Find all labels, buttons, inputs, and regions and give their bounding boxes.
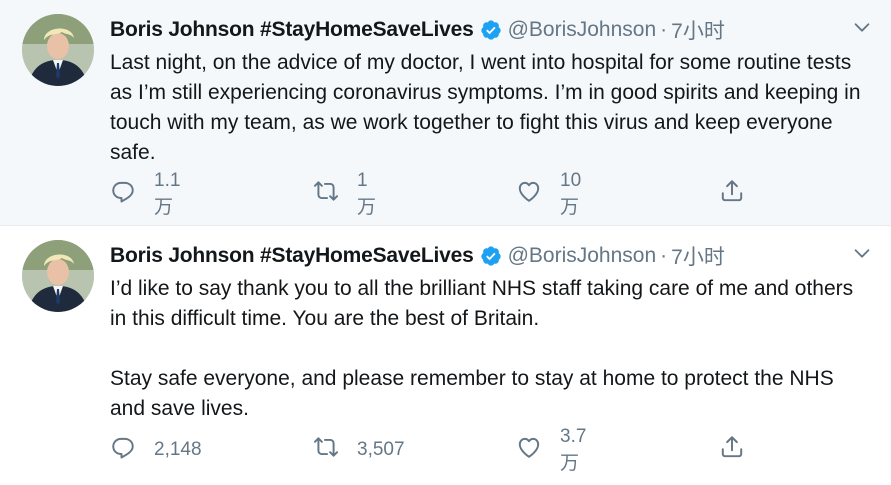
- retweet-icon: [313, 434, 339, 466]
- tweet[interactable]: Boris Johnson #StayHomeSaveLives @BorisJ…: [0, 225, 891, 485]
- tweet-text: I’d like to say thank you to all the bri…: [110, 274, 870, 424]
- share-icon: [719, 434, 745, 466]
- author-name[interactable]: Boris Johnson #StayHomeSaveLives: [110, 18, 474, 42]
- reply-icon: [110, 434, 136, 466]
- author-handle[interactable]: @BorisJohnson: [508, 18, 657, 42]
- avatar[interactable]: [22, 240, 94, 312]
- tweet-header: Boris Johnson #StayHomeSaveLives @BorisJ…: [110, 16, 725, 44]
- timestamp[interactable]: 7小时: [671, 15, 725, 45]
- retweet-count: 1万: [357, 169, 377, 218]
- like-button[interactable]: 10万: [516, 170, 581, 219]
- like-count: 3.7万: [560, 425, 587, 474]
- reply-icon: [110, 178, 136, 210]
- heart-icon: [516, 434, 542, 466]
- reply-count: 1.1万: [154, 169, 181, 218]
- avatar[interactable]: [22, 14, 94, 86]
- tweet-header: Boris Johnson #StayHomeSaveLives @BorisJ…: [110, 242, 725, 270]
- like-count: 10万: [560, 169, 582, 218]
- author-handle[interactable]: @BorisJohnson: [508, 244, 657, 268]
- reply-button[interactable]: 1.1万: [110, 170, 180, 219]
- verified-badge-icon: [480, 245, 502, 267]
- author-name[interactable]: Boris Johnson #StayHomeSaveLives: [110, 244, 474, 268]
- tweet-paragraph: Stay safe everyone, and please remember …: [110, 367, 834, 420]
- share-button[interactable]: [719, 178, 745, 210]
- verified-badge-icon: [480, 19, 502, 41]
- separator-dot: ·: [660, 244, 668, 267]
- retweet-button[interactable]: 1万: [313, 170, 376, 219]
- share-button[interactable]: [719, 434, 745, 466]
- reply-button[interactable]: 2,148: [110, 434, 202, 466]
- retweet-icon: [313, 178, 339, 210]
- timestamp[interactable]: 7小时: [671, 241, 725, 271]
- tweet-paragraph: I’d like to say thank you to all the bri…: [110, 277, 854, 330]
- heart-icon: [516, 178, 542, 210]
- tweet-paragraph: Last night, on the advice of my doctor, …: [110, 51, 861, 164]
- retweet-button[interactable]: 3,507: [313, 434, 405, 466]
- tweet[interactable]: Boris Johnson #StayHomeSaveLives @BorisJ…: [0, 0, 891, 225]
- share-icon: [719, 178, 745, 210]
- like-button[interactable]: 3.7万: [516, 426, 586, 475]
- chevron-down-icon[interactable]: [851, 242, 873, 264]
- separator-dot: ·: [660, 18, 668, 41]
- chevron-down-icon[interactable]: [851, 16, 873, 38]
- reply-count: 2,148: [154, 439, 202, 460]
- tweet-text: Last night, on the advice of my doctor, …: [110, 48, 870, 168]
- retweet-count: 3,507: [357, 439, 405, 460]
